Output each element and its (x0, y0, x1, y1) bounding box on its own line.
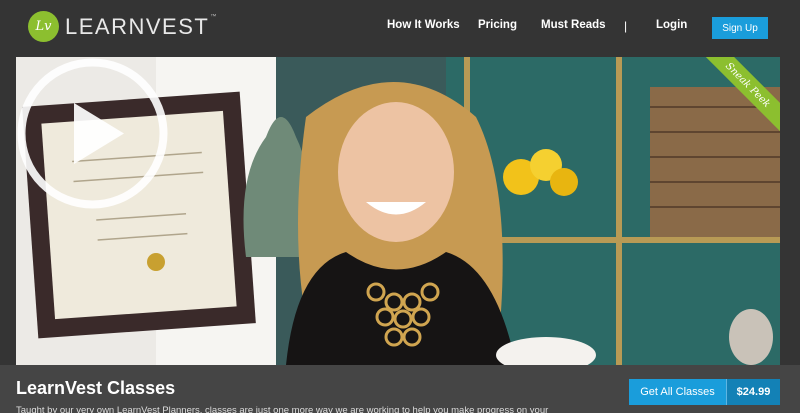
classes-bar: LearnVest Classes Taught by our very own… (0, 365, 800, 413)
nav-login[interactable]: Login (656, 19, 687, 31)
get-all-classes-button[interactable]: Get All Classes $24.99 (629, 379, 780, 405)
play-circle-icon[interactable] (16, 57, 169, 210)
classes-description: Taught by our very own LearnVest Planner… (16, 405, 549, 413)
nav-separator: | (624, 19, 628, 33)
get-all-classes-label[interactable]: Get All Classes (629, 379, 726, 405)
sign-up-button[interactable]: Sign Up (712, 17, 768, 39)
nav-must-reads[interactable]: Must Reads (541, 19, 606, 31)
nav-how-it-works[interactable]: How It Works (387, 19, 460, 31)
nav-pricing[interactable]: Pricing (478, 19, 517, 31)
intro-video[interactable]: Sneak Peek (16, 57, 780, 365)
site-header: Lv LEARNVEST™ How It Works Pricing Must … (0, 0, 800, 57)
main-nav: How It Works Pricing Must Reads | Login (0, 19, 800, 37)
classes-title: LearnVest Classes (16, 378, 176, 398)
classes-price[interactable]: $24.99 (726, 379, 780, 405)
